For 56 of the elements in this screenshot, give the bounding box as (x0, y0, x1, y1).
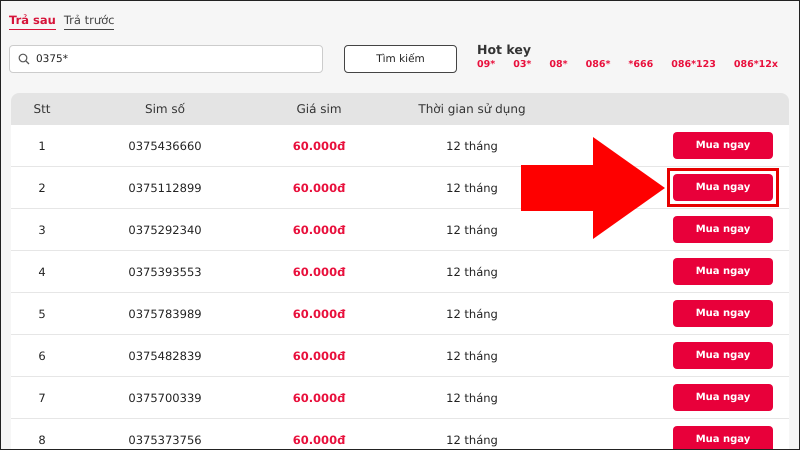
buy-button[interactable]: Mua ngay (673, 384, 773, 411)
table-cell-text: 12 tháng (445, 432, 499, 446)
table-cell-text: 12 tháng (445, 390, 499, 404)
hot-key-link[interactable]: 09* (477, 59, 496, 70)
table-cell-text: 5 (37, 306, 47, 320)
price-cell-text: 60.000đ (292, 180, 346, 194)
column-header: Sim số (144, 102, 186, 116)
table-cell-text: 0375292340 (127, 222, 203, 236)
buy-button[interactable]: Mua ngay (673, 300, 773, 327)
column-header: Thời gian sử dụng (417, 102, 527, 116)
table-cell-text: 1 (37, 138, 47, 152)
table-cell-text: 3 (37, 222, 47, 236)
price-cell-text: 60.000đ (292, 390, 346, 404)
buy-button[interactable]: Mua ngay (673, 342, 773, 369)
tab[interactable]: Trả sau (9, 13, 56, 30)
price-cell-text: 60.000đ (292, 432, 346, 446)
table-cell-text: 0375783989 (127, 306, 203, 320)
table-cell-text: 12 tháng (445, 180, 499, 194)
table-cell-text: 6 (37, 348, 47, 362)
table-cell-text: 2 (37, 180, 47, 194)
table-cell-text: 0375112899 (127, 180, 203, 194)
table-cell-text: 0375373756 (127, 432, 203, 446)
hot-key-title: Hot key (477, 42, 532, 57)
price-cell-text: 60.000đ (292, 222, 346, 236)
buy-button[interactable]: Mua ngay (673, 216, 773, 243)
column-header: Stt (32, 102, 52, 116)
hot-key-link[interactable]: 086* (586, 59, 610, 70)
table-cell-text: 0375700339 (127, 390, 203, 404)
table-cell-text: 8 (37, 432, 47, 446)
buy-button[interactable]: Mua ngay (673, 258, 773, 285)
table-cell-text: 12 tháng (445, 222, 499, 236)
price-cell-text: 60.000đ (292, 306, 346, 320)
buy-button[interactable]: Mua ngay (673, 174, 773, 201)
table-cell-text: 12 tháng (445, 138, 499, 152)
buy-button[interactable]: Mua ngay (673, 132, 773, 159)
tab[interactable]: Trả trước (64, 13, 114, 30)
table-cell-text: 12 tháng (445, 348, 499, 362)
hot-key-link[interactable]: 086*123 (671, 59, 716, 70)
table-cell-text: 0375436660 (127, 138, 203, 152)
table-cell-text: 12 tháng (445, 264, 499, 278)
table-cell-text: 12 tháng (445, 306, 499, 320)
buy-button[interactable]: Mua ngay (673, 426, 773, 449)
table-cell-text: 0375393553 (127, 264, 203, 278)
table-cell-text: 7 (37, 390, 47, 404)
search-field[interactable]: 0375* (9, 45, 323, 73)
price-cell-text: 60.000đ (292, 138, 346, 152)
hot-key-link[interactable]: 08* (549, 59, 568, 70)
search-button[interactable]: Tìm kiếm (344, 45, 457, 73)
table-cell-text: 4 (37, 264, 47, 278)
hot-key-link[interactable]: *666 (628, 59, 654, 70)
hot-key-link[interactable]: 03* (513, 59, 532, 70)
table-cell-text: 0375482839 (127, 348, 203, 362)
price-cell-text: 60.000đ (292, 264, 346, 278)
price-cell-text: 60.000đ (292, 348, 346, 362)
column-header: Giá sim (295, 102, 343, 116)
hot-key-link[interactable]: 086*12x (734, 59, 778, 70)
